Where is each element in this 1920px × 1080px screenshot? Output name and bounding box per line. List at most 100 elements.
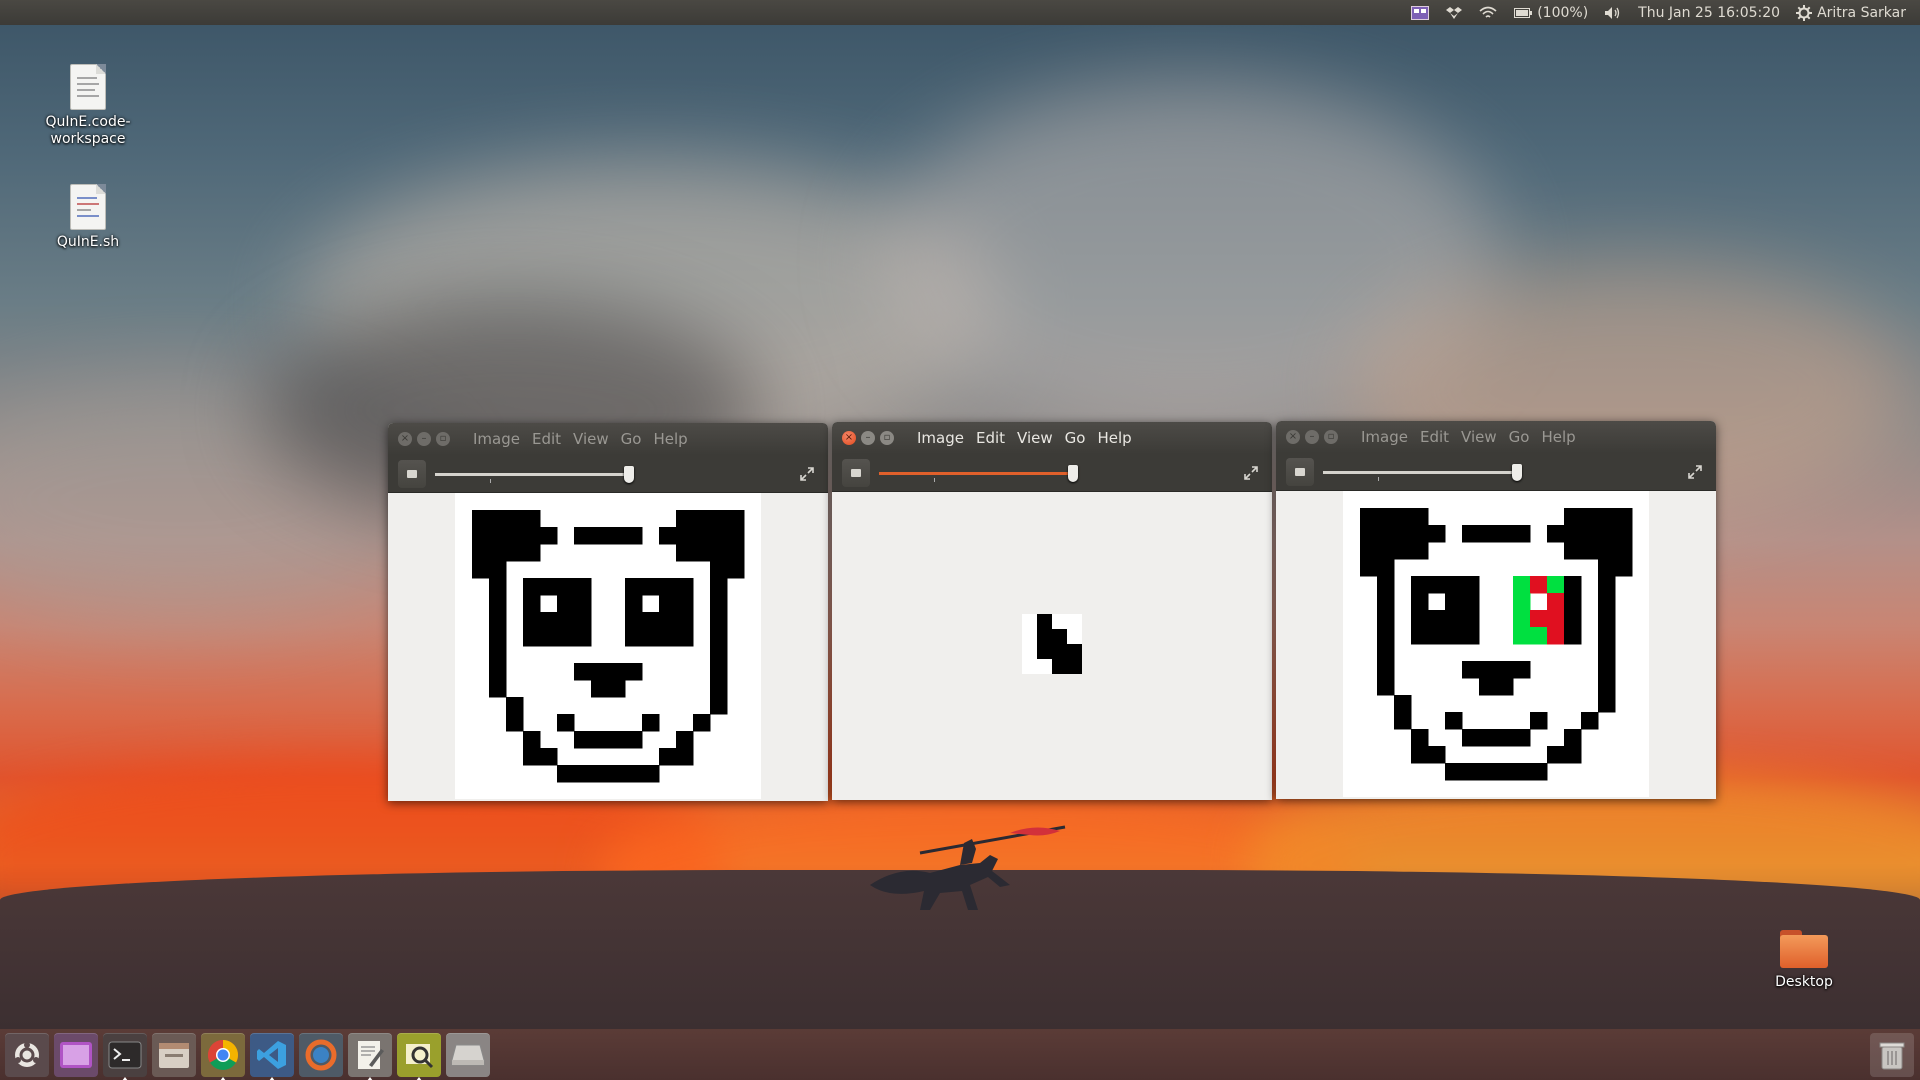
pixel bbox=[591, 731, 609, 749]
desktop-file-sh[interactable]: QuInE.sh bbox=[28, 184, 148, 251]
image-viewer-window[interactable]: × – ▫ Image Edit View Go Help bbox=[1276, 421, 1716, 799]
window-titlebar[interactable]: × – ▫ Image Edit View Go Help bbox=[832, 422, 1272, 454]
pixel bbox=[625, 595, 643, 613]
zoom-slider-handle[interactable] bbox=[624, 466, 634, 483]
pixel bbox=[625, 765, 643, 783]
drive-icon[interactable] bbox=[446, 1032, 490, 1077]
pixel bbox=[540, 748, 558, 766]
pixel bbox=[1377, 627, 1395, 645]
menu-go[interactable]: Go bbox=[615, 430, 648, 448]
menu-go[interactable]: Go bbox=[1059, 429, 1092, 447]
window-titlebar[interactable]: × – ▫ Image Edit View Go Help bbox=[388, 423, 828, 455]
pixel bbox=[1360, 542, 1378, 560]
pixel bbox=[1411, 576, 1429, 594]
menu-help[interactable]: Help bbox=[647, 430, 693, 448]
fullscreen-icon[interactable] bbox=[1686, 463, 1704, 481]
maximize-button[interactable]: ▫ bbox=[436, 432, 450, 446]
pixel bbox=[1479, 763, 1497, 781]
pixel bbox=[1598, 610, 1616, 628]
minimize-button[interactable]: – bbox=[417, 432, 431, 446]
pixel bbox=[506, 714, 524, 732]
pixel bbox=[676, 544, 694, 562]
close-button[interactable]: × bbox=[1286, 430, 1300, 444]
menu-image[interactable]: Image bbox=[467, 430, 526, 448]
clock[interactable]: Thu Jan 25 16:05:20 bbox=[1630, 0, 1788, 25]
software-updater-icon[interactable] bbox=[299, 1032, 343, 1077]
zoom-slider[interactable] bbox=[435, 466, 634, 483]
pixel bbox=[1411, 729, 1429, 747]
pixel bbox=[1615, 559, 1633, 577]
maximize-button[interactable]: ▫ bbox=[880, 431, 894, 445]
pixel bbox=[1581, 542, 1599, 560]
pixel bbox=[642, 612, 660, 630]
maximize-button[interactable]: ▫ bbox=[1324, 430, 1338, 444]
image-viewer-icon[interactable] bbox=[397, 1032, 441, 1080]
pixel bbox=[676, 527, 694, 545]
menu-help[interactable]: Help bbox=[1091, 429, 1137, 447]
zoom-slider-handle[interactable] bbox=[1068, 465, 1078, 482]
window-titlebar[interactable]: × – ▫ Image Edit View Go Help bbox=[1276, 421, 1716, 453]
wifi-icon[interactable] bbox=[1471, 0, 1505, 25]
chrome-icon[interactable] bbox=[201, 1032, 245, 1080]
fullscreen-icon[interactable] bbox=[1242, 464, 1260, 482]
pixel bbox=[506, 544, 524, 562]
text-editor-icon[interactable] bbox=[348, 1032, 392, 1080]
menu-image[interactable]: Image bbox=[911, 429, 970, 447]
close-button[interactable]: × bbox=[842, 431, 856, 445]
pixel bbox=[1598, 644, 1616, 662]
battery-indicator[interactable]: (100%) bbox=[1505, 0, 1596, 25]
pixel bbox=[1530, 763, 1548, 781]
menu-edit[interactable]: Edit bbox=[1414, 428, 1455, 446]
menu-image[interactable]: Image bbox=[1355, 428, 1414, 446]
menu-edit[interactable]: Edit bbox=[526, 430, 567, 448]
menu-view[interactable]: View bbox=[1455, 428, 1503, 446]
close-button[interactable]: × bbox=[398, 432, 412, 446]
gallery-toggle-button[interactable] bbox=[1286, 457, 1314, 486]
pixel bbox=[1394, 508, 1412, 526]
pixel bbox=[1377, 508, 1395, 526]
image-canvas[interactable] bbox=[388, 493, 828, 801]
user-menu[interactable]: Aritra Sarkar bbox=[1788, 0, 1914, 25]
image-viewer-window[interactable]: × – ▫ Image Edit View Go Help bbox=[388, 423, 828, 801]
pixel bbox=[608, 663, 626, 681]
pixel bbox=[1564, 627, 1582, 645]
dropbox-icon[interactable] bbox=[1437, 0, 1471, 25]
minimize-button[interactable]: – bbox=[861, 431, 875, 445]
gallery-toggle-button[interactable] bbox=[398, 459, 426, 488]
pixel bbox=[489, 561, 507, 579]
image-canvas[interactable] bbox=[832, 492, 1272, 800]
pixel bbox=[1428, 576, 1446, 594]
file-manager-icon[interactable] bbox=[152, 1032, 196, 1077]
indicator-icon[interactable] bbox=[1403, 0, 1437, 25]
pixel bbox=[1513, 576, 1531, 594]
menu-view[interactable]: View bbox=[1011, 429, 1059, 447]
desktop-file-code-workspace[interactable]: QuInE.code- workspace bbox=[28, 64, 148, 148]
menu-help[interactable]: Help bbox=[1535, 428, 1581, 446]
zoom-slider[interactable] bbox=[1323, 464, 1522, 481]
minimize-button[interactable]: – bbox=[1305, 430, 1319, 444]
fullscreen-icon[interactable] bbox=[798, 465, 816, 483]
pixel bbox=[1479, 678, 1497, 696]
zoom-slider-handle[interactable] bbox=[1512, 464, 1522, 481]
desktop-folder[interactable]: Desktop bbox=[1744, 930, 1864, 991]
pixel bbox=[1377, 559, 1395, 577]
menu-view[interactable]: View bbox=[567, 430, 615, 448]
zoom-slider[interactable] bbox=[879, 465, 1078, 482]
pixel bbox=[676, 578, 694, 596]
dash-icon[interactable] bbox=[5, 1032, 49, 1077]
terminal-icon[interactable] bbox=[103, 1032, 147, 1080]
pixel bbox=[1547, 746, 1565, 764]
image-viewer-window-active[interactable]: × – ▫ Image Edit View Go Help bbox=[832, 422, 1272, 800]
menu-edit[interactable]: Edit bbox=[970, 429, 1011, 447]
pixel bbox=[1496, 678, 1514, 696]
pixel bbox=[1513, 627, 1531, 645]
image-canvas[interactable] bbox=[1276, 491, 1716, 799]
pixel bbox=[1598, 508, 1616, 526]
vscode-icon[interactable] bbox=[250, 1032, 294, 1080]
workspaces-icon[interactable] bbox=[54, 1032, 98, 1077]
volume-icon[interactable] bbox=[1596, 0, 1630, 25]
gallery-toggle-button[interactable] bbox=[842, 458, 870, 487]
menu-go[interactable]: Go bbox=[1503, 428, 1536, 446]
trash-icon[interactable] bbox=[1870, 1033, 1914, 1077]
pixel bbox=[1428, 746, 1446, 764]
